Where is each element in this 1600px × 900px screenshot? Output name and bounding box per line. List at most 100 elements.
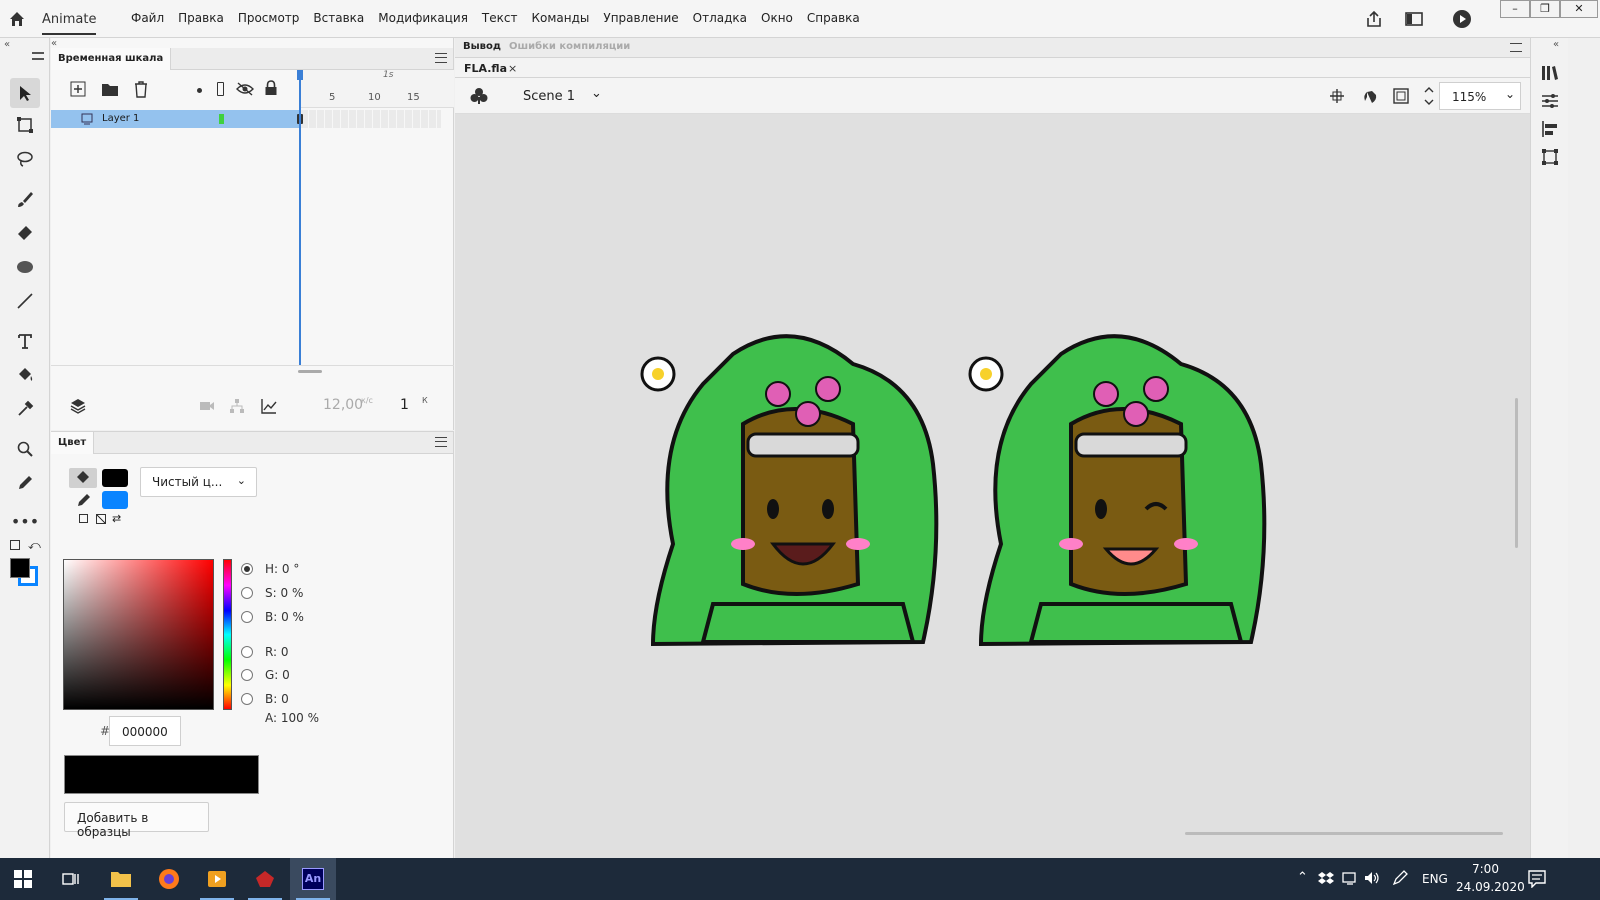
fps-value[interactable]: 12,00	[323, 397, 363, 413]
output-tab[interactable]: Вывод	[463, 41, 501, 52]
minimize-button[interactable]: –	[1500, 0, 1530, 18]
swap-colors-icon[interactable]: ⤺	[28, 538, 41, 553]
character-winking[interactable]	[961, 304, 1281, 650]
saturation-brightness-field[interactable]	[63, 559, 214, 710]
tools-menu-icon[interactable]	[32, 52, 44, 60]
graph-icon[interactable]	[261, 398, 277, 414]
share-icon[interactable]	[1364, 9, 1384, 29]
layer-name[interactable]: Layer 1	[102, 113, 139, 124]
zoom-chevron-icon[interactable]: ⌄	[1505, 87, 1515, 101]
vertical-scrollbar[interactable]	[1515, 398, 1518, 548]
camera-icon[interactable]	[199, 400, 215, 412]
menu-commands[interactable]: Команды	[524, 11, 596, 25]
line-tool-icon[interactable]	[10, 286, 40, 316]
menu-view[interactable]: Просмотр	[231, 11, 307, 25]
black-white-icon[interactable]	[10, 540, 20, 550]
parenting-icon[interactable]	[229, 398, 245, 414]
scene-chevron-icon[interactable]: ⌄	[591, 86, 602, 101]
layer-color-marker[interactable]	[219, 114, 224, 124]
fill-mode-toggle[interactable]	[69, 468, 97, 488]
clip-stage-icon[interactable]	[1393, 88, 1409, 104]
hex-input[interactable]: 000000	[109, 716, 181, 746]
new-layer-icon[interactable]	[70, 81, 86, 97]
eyedropper-tool-icon[interactable]	[10, 394, 40, 424]
expand-panels-icon[interactable]: «	[1553, 39, 1559, 50]
explorer-taskbar-button[interactable]	[98, 858, 144, 900]
zoom-stepper-icon[interactable]	[1423, 84, 1435, 108]
lasso-tool-icon[interactable]	[10, 144, 40, 174]
home-icon[interactable]	[8, 10, 26, 28]
lock-all-icon[interactable]	[264, 80, 278, 96]
panel-menu-icon[interactable]	[435, 53, 447, 63]
eraser-tool-icon[interactable]	[10, 218, 40, 248]
stroke-pencil-icon[interactable]	[76, 492, 92, 508]
hide-all-icon[interactable]	[236, 82, 254, 96]
volume-icon[interactable]	[1364, 871, 1380, 885]
radio-blue[interactable]	[241, 693, 253, 705]
zoom-tool-icon[interactable]	[10, 434, 40, 464]
stroke-color-swatch[interactable]	[102, 491, 128, 509]
test-movie-play-icon[interactable]	[1452, 9, 1472, 29]
brush-tool-icon[interactable]	[10, 184, 40, 214]
stage-panel-menu-icon[interactable]	[1510, 43, 1522, 52]
task-view-button[interactable]	[48, 858, 94, 900]
menu-help[interactable]: Справка	[800, 11, 867, 25]
app-name[interactable]: Animate	[42, 12, 97, 35]
input-language[interactable]: ENG	[1422, 872, 1448, 886]
fill-type-dropdown[interactable]: Чистый ц... ⌄	[140, 467, 257, 497]
menu-modify[interactable]: Модификация	[371, 11, 475, 25]
horizontal-scrollbar[interactable]	[298, 370, 322, 373]
close-window-button[interactable]: ✕	[1560, 0, 1598, 18]
menu-text[interactable]: Текст	[475, 11, 525, 25]
restore-button[interactable]: ❐	[1530, 0, 1560, 18]
radio-g[interactable]	[241, 669, 253, 681]
black-white-swatch-icon[interactable]	[79, 514, 88, 523]
outline-toggle-icon[interactable]	[217, 82, 224, 96]
rotate-stage-icon[interactable]	[1361, 87, 1379, 105]
menu-insert[interactable]: Вставка	[306, 11, 371, 25]
pen-workspace-icon[interactable]	[1392, 870, 1408, 886]
character-smiling[interactable]	[633, 304, 953, 650]
radio-r[interactable]	[241, 646, 253, 658]
document-tab[interactable]: FLA.fla	[464, 62, 507, 75]
new-folder-icon[interactable]	[101, 81, 119, 97]
layer-row[interactable]: Layer 1	[51, 110, 299, 128]
notifications-icon[interactable]	[1528, 870, 1546, 888]
playhead-handle[interactable]	[297, 70, 303, 80]
align-icon[interactable]	[1541, 120, 1559, 138]
frame-ruler[interactable]: 1s 5 10 15	[299, 70, 454, 108]
clock-time[interactable]: 7:00	[1472, 862, 1499, 876]
menu-debug[interactable]: Отладка	[686, 11, 754, 25]
more-tools-icon[interactable]: •••	[10, 506, 40, 536]
compile-errors-tab[interactable]: Ошибки компиляции	[509, 41, 630, 52]
animate-taskbar-button[interactable]: An	[290, 858, 336, 900]
firefox-taskbar-button[interactable]	[146, 858, 192, 900]
free-transform-tool-icon[interactable]	[10, 110, 40, 140]
text-tool-icon[interactable]	[10, 326, 40, 356]
paint-bucket-tool-icon[interactable]	[10, 360, 40, 390]
timeline-tab[interactable]: Временная шкала	[51, 48, 172, 70]
pencil-tool-icon[interactable]	[10, 468, 40, 498]
frame-cells[interactable]	[301, 110, 441, 128]
no-color-icon[interactable]	[96, 514, 106, 524]
oval-tool-icon[interactable]	[10, 252, 40, 282]
show-hidden-icons-icon[interactable]: ⌃	[1297, 870, 1308, 885]
color-tab[interactable]: Цвет	[51, 432, 95, 454]
selection-tool-icon[interactable]	[10, 78, 40, 108]
menu-window[interactable]: Окно	[754, 11, 800, 25]
collapse-left-icon[interactable]: «	[4, 39, 10, 50]
add-to-swatches-button[interactable]: Добавить в образцы	[64, 802, 209, 839]
delete-layer-icon[interactable]	[133, 80, 149, 98]
properties-icon[interactable]	[1541, 92, 1559, 110]
dropbox-icon[interactable]	[1318, 871, 1334, 885]
edit-symbols-icon[interactable]	[470, 87, 488, 105]
stage-horizontal-scrollbar[interactable]	[1185, 832, 1503, 835]
hue-slider[interactable]	[223, 559, 232, 710]
playhead[interactable]	[299, 70, 301, 365]
swap-stroke-fill-icon[interactable]: ⇄	[112, 512, 121, 525]
show-all-dot-icon[interactable]	[197, 88, 202, 93]
snap-center-icon[interactable]	[1330, 89, 1344, 103]
fill-stroke-swatches[interactable]	[10, 558, 38, 586]
media-player-taskbar-button[interactable]	[194, 858, 240, 900]
start-button[interactable]	[0, 858, 46, 900]
